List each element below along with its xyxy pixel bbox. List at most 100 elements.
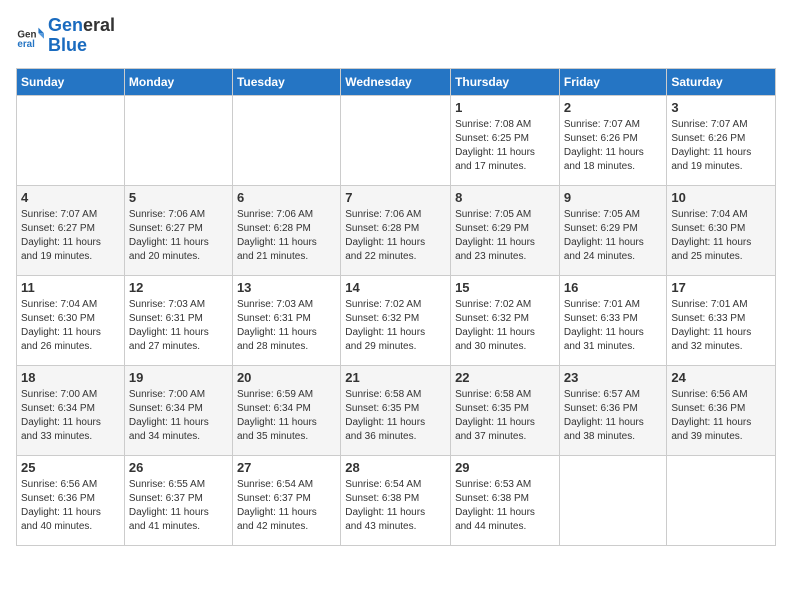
day-cell: 26 Sunrise: 6:55 AMSunset: 6:37 PMDayligh… [124, 455, 232, 545]
day-number: 15 [455, 280, 555, 295]
day-info: Sunrise: 6:58 AMSunset: 6:35 PMDaylight:… [345, 388, 446, 444]
header-friday: Friday [559, 68, 667, 95]
day-number: 21 [345, 370, 446, 385]
day-number: 17 [671, 280, 771, 295]
day-cell: 3 Sunrise: 7:07 AMSunset: 6:26 PMDaylight… [667, 95, 776, 185]
day-number: 8 [455, 190, 555, 205]
day-number: 29 [455, 460, 555, 475]
day-info: Sunrise: 6:53 AMSunset: 6:38 PMDaylight:… [455, 478, 555, 534]
day-cell: 10 Sunrise: 7:04 AMSunset: 6:30 PMDayligh… [667, 185, 776, 275]
day-cell: 15 Sunrise: 7:02 AMSunset: 6:32 PMDayligh… [451, 275, 560, 365]
day-number: 12 [129, 280, 228, 295]
day-cell: 27 Sunrise: 6:54 AMSunset: 6:37 PMDayligh… [232, 455, 340, 545]
day-cell: 13 Sunrise: 7:03 AMSunset: 6:31 PMDayligh… [232, 275, 340, 365]
day-cell [341, 95, 451, 185]
day-info: Sunrise: 6:56 AMSunset: 6:36 PMDaylight:… [21, 478, 120, 534]
day-number: 6 [237, 190, 336, 205]
day-cell: 21 Sunrise: 6:58 AMSunset: 6:35 PMDayligh… [341, 365, 451, 455]
day-cell: 7 Sunrise: 7:06 AMSunset: 6:28 PMDaylight… [341, 185, 451, 275]
day-number: 25 [21, 460, 120, 475]
day-info: Sunrise: 7:04 AMSunset: 6:30 PMDaylight:… [671, 208, 771, 264]
day-cell: 11Sunrise: 7:04 AMSunset: 6:30 PMDayligh… [17, 275, 125, 365]
week-row-1: 4 Sunrise: 7:07 AMSunset: 6:27 PMDaylight… [17, 185, 776, 275]
day-cell: 6 Sunrise: 7:06 AMSunset: 6:28 PMDaylight… [232, 185, 340, 275]
day-number: 20 [237, 370, 336, 385]
day-cell: 28 Sunrise: 6:54 AMSunset: 6:38 PMDayligh… [341, 455, 451, 545]
day-cell: 1 Sunrise: 7:08 AMSunset: 6:25 PMDaylight… [451, 95, 560, 185]
header-tuesday: Tuesday [232, 68, 340, 95]
day-info: Sunrise: 7:03 AMSunset: 6:31 PMDaylight:… [129, 298, 228, 354]
day-cell: 4 Sunrise: 7:07 AMSunset: 6:27 PMDaylight… [17, 185, 125, 275]
day-info: Sunrise: 6:56 AMSunset: 6:36 PMDaylight:… [671, 388, 771, 444]
day-info: Sunrise: 6:59 AMSunset: 6:34 PMDaylight:… [237, 388, 336, 444]
day-cell: 12 Sunrise: 7:03 AMSunset: 6:31 PMDayligh… [124, 275, 232, 365]
day-cell: 16 Sunrise: 7:01 AMSunset: 6:33 PMDayligh… [559, 275, 667, 365]
day-number: 27 [237, 460, 336, 475]
day-cell: 22 Sunrise: 6:58 AMSunset: 6:35 PMDayligh… [451, 365, 560, 455]
day-cell [667, 455, 776, 545]
day-number: 5 [129, 190, 228, 205]
day-number: 26 [129, 460, 228, 475]
day-info: Sunrise: 7:05 AMSunset: 6:29 PMDaylight:… [564, 208, 663, 264]
logo: Gen eral GeneralBlue [16, 16, 115, 56]
day-info: Sunrise: 7:00 AMSunset: 6:34 PMDaylight:… [21, 388, 120, 444]
day-cell: 2 Sunrise: 7:07 AMSunset: 6:26 PMDaylight… [559, 95, 667, 185]
header-sunday: Sunday [17, 68, 125, 95]
day-number: 2 [564, 100, 663, 115]
day-cell [17, 95, 125, 185]
day-cell: 14 Sunrise: 7:02 AMSunset: 6:32 PMDayligh… [341, 275, 451, 365]
calendar-body: 1 Sunrise: 7:08 AMSunset: 6:25 PMDaylight… [17, 95, 776, 545]
day-number: 16 [564, 280, 663, 295]
page-header: Gen eral GeneralBlue [16, 16, 776, 56]
day-number: 4 [21, 190, 120, 205]
day-number: 3 [671, 100, 771, 115]
day-number: 7 [345, 190, 446, 205]
day-info: Sunrise: 7:07 AMSunset: 6:27 PMDaylight:… [21, 208, 120, 264]
week-row-4: 25 Sunrise: 6:56 AMSunset: 6:36 PMDayligh… [17, 455, 776, 545]
logo-text: GeneralBlue [48, 16, 115, 56]
day-cell: 18 Sunrise: 7:00 AMSunset: 6:34 PMDayligh… [17, 365, 125, 455]
header-wednesday: Wednesday [341, 68, 451, 95]
day-cell: 8 Sunrise: 7:05 AMSunset: 6:29 PMDaylight… [451, 185, 560, 275]
day-info: Sunrise: 7:03 AMSunset: 6:31 PMDaylight:… [237, 298, 336, 354]
day-info: Sunrise: 7:05 AMSunset: 6:29 PMDaylight:… [455, 208, 555, 264]
header-monday: Monday [124, 68, 232, 95]
day-number: 19 [129, 370, 228, 385]
day-number: 14 [345, 280, 446, 295]
day-number: 23 [564, 370, 663, 385]
day-number: 10 [671, 190, 771, 205]
day-info: Sunrise: 7:02 AMSunset: 6:32 PMDaylight:… [455, 298, 555, 354]
day-info: Sunrise: 7:08 AMSunset: 6:25 PMDaylight:… [455, 118, 555, 174]
day-number: 24 [671, 370, 771, 385]
day-cell: 23 Sunrise: 6:57 AMSunset: 6:36 PMDayligh… [559, 365, 667, 455]
week-row-3: 18 Sunrise: 7:00 AMSunset: 6:34 PMDayligh… [17, 365, 776, 455]
header-thursday: Thursday [451, 68, 560, 95]
day-info: Sunrise: 7:07 AMSunset: 6:26 PMDaylight:… [564, 118, 663, 174]
day-info: Sunrise: 6:57 AMSunset: 6:36 PMDaylight:… [564, 388, 663, 444]
day-cell [232, 95, 340, 185]
week-row-2: 11Sunrise: 7:04 AMSunset: 6:30 PMDayligh… [17, 275, 776, 365]
day-info: Sunrise: 6:58 AMSunset: 6:35 PMDaylight:… [455, 388, 555, 444]
day-info: Sunrise: 7:01 AMSunset: 6:33 PMDaylight:… [564, 298, 663, 354]
day-info: Sunrise: 7:02 AMSunset: 6:32 PMDaylight:… [345, 298, 446, 354]
day-info: Sunrise: 7:06 AMSunset: 6:28 PMDaylight:… [345, 208, 446, 264]
day-cell [124, 95, 232, 185]
day-cell [559, 455, 667, 545]
day-number: 22 [455, 370, 555, 385]
day-info: Sunrise: 6:54 AMSunset: 6:38 PMDaylight:… [345, 478, 446, 534]
day-info: Sunrise: 7:00 AMSunset: 6:34 PMDaylight:… [129, 388, 228, 444]
header-saturday: Saturday [667, 68, 776, 95]
day-info: Sunrise: 6:55 AMSunset: 6:37 PMDaylight:… [129, 478, 228, 534]
day-info: Sunrise: 7:06 AMSunset: 6:28 PMDaylight:… [237, 208, 336, 264]
day-number: 18 [21, 370, 120, 385]
calendar-header-row: SundayMondayTuesdayWednesdayThursdayFrid… [17, 68, 776, 95]
day-info: Sunrise: 7:04 AMSunset: 6:30 PMDaylight:… [21, 298, 120, 354]
day-cell: 29 Sunrise: 6:53 AMSunset: 6:38 PMDayligh… [451, 455, 560, 545]
day-info: Sunrise: 6:54 AMSunset: 6:37 PMDaylight:… [237, 478, 336, 534]
day-cell: 19 Sunrise: 7:00 AMSunset: 6:34 PMDayligh… [124, 365, 232, 455]
day-number: 13 [237, 280, 336, 295]
day-number: 1 [455, 100, 555, 115]
day-info: Sunrise: 7:07 AMSunset: 6:26 PMDaylight:… [671, 118, 771, 174]
day-info: Sunrise: 7:06 AMSunset: 6:27 PMDaylight:… [129, 208, 228, 264]
day-number: 28 [345, 460, 446, 475]
